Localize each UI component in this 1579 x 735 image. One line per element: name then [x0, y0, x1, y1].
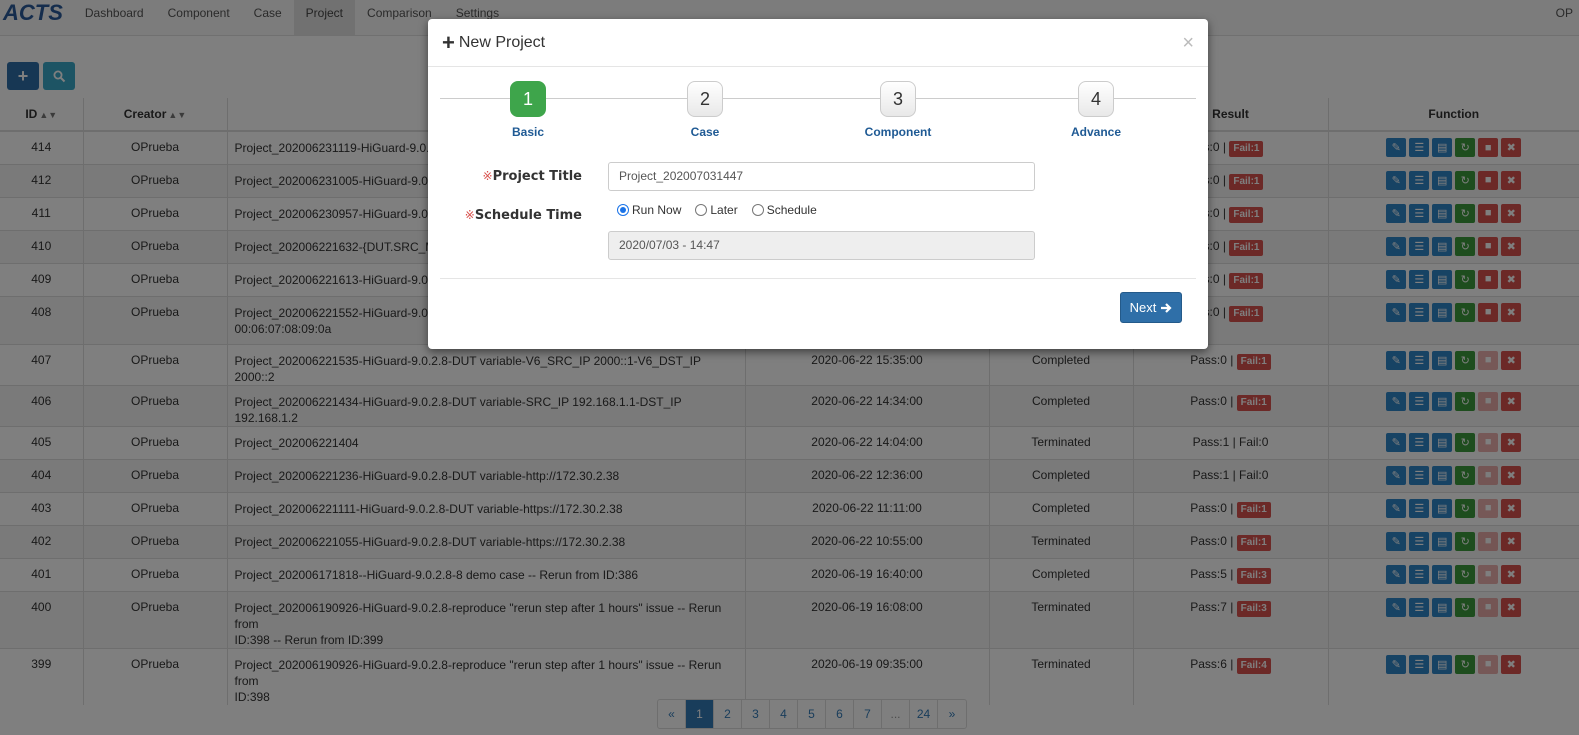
radio-empty-icon: [751, 203, 764, 216]
radio-run-now[interactable]: Run Now: [617, 203, 681, 217]
modal-title-text: New Project: [458, 33, 546, 51]
step-number: 2: [687, 81, 723, 117]
step-label: Advance: [1070, 125, 1122, 139]
schedule-time-row: ※Schedule Time Run Now Later Schedule: [428, 203, 817, 224]
modal-divider: [440, 278, 1196, 279]
schedule-value-row: 2020/07/03 - 14:47: [608, 231, 1035, 260]
step-basic[interactable]: 1 Basic: [478, 81, 578, 139]
plus-icon: +: [442, 29, 455, 55]
modal-header: + New Project ×: [428, 19, 1208, 67]
step-label: Case: [690, 125, 720, 139]
step-number: 3: [880, 81, 916, 117]
wizard-steps: 1 Basic 2 Case 3 Component 4 Advance: [440, 79, 1196, 154]
project-title-label: ※Project Title: [482, 169, 582, 184]
radio-later[interactable]: Later: [695, 203, 738, 217]
schedule-time-label: ※Schedule Time: [464, 208, 582, 223]
project-title-row: ※Project Title Project_202007031447: [428, 162, 1035, 191]
step-label: Component: [864, 125, 932, 139]
step-label: Basic: [511, 125, 545, 139]
project-title-input[interactable]: Project_202007031447: [608, 162, 1035, 191]
new-project-modal: + New Project × 1 Basic 2 Case 3 Compone…: [428, 19, 1208, 349]
schedule-radio-group: Run Now Later Schedule: [617, 203, 817, 217]
radio-checked-icon: [617, 203, 629, 216]
modal-title: + New Project: [442, 29, 546, 55]
step-advance[interactable]: 4 Advance: [1046, 81, 1146, 139]
step-number: 1: [510, 81, 546, 117]
next-button[interactable]: Next: [1120, 292, 1182, 323]
radio-schedule[interactable]: Schedule: [751, 203, 817, 217]
step-number: 4: [1078, 81, 1114, 117]
close-icon[interactable]: ×: [1182, 33, 1194, 53]
radio-empty-icon: [695, 203, 708, 216]
schedule-time-input: 2020/07/03 - 14:47: [608, 231, 1035, 260]
step-component[interactable]: 3 Component: [848, 81, 948, 139]
step-case[interactable]: 2 Case: [655, 81, 755, 139]
next-label: Next: [1129, 300, 1157, 315]
arrow-right-icon: [1161, 302, 1172, 313]
